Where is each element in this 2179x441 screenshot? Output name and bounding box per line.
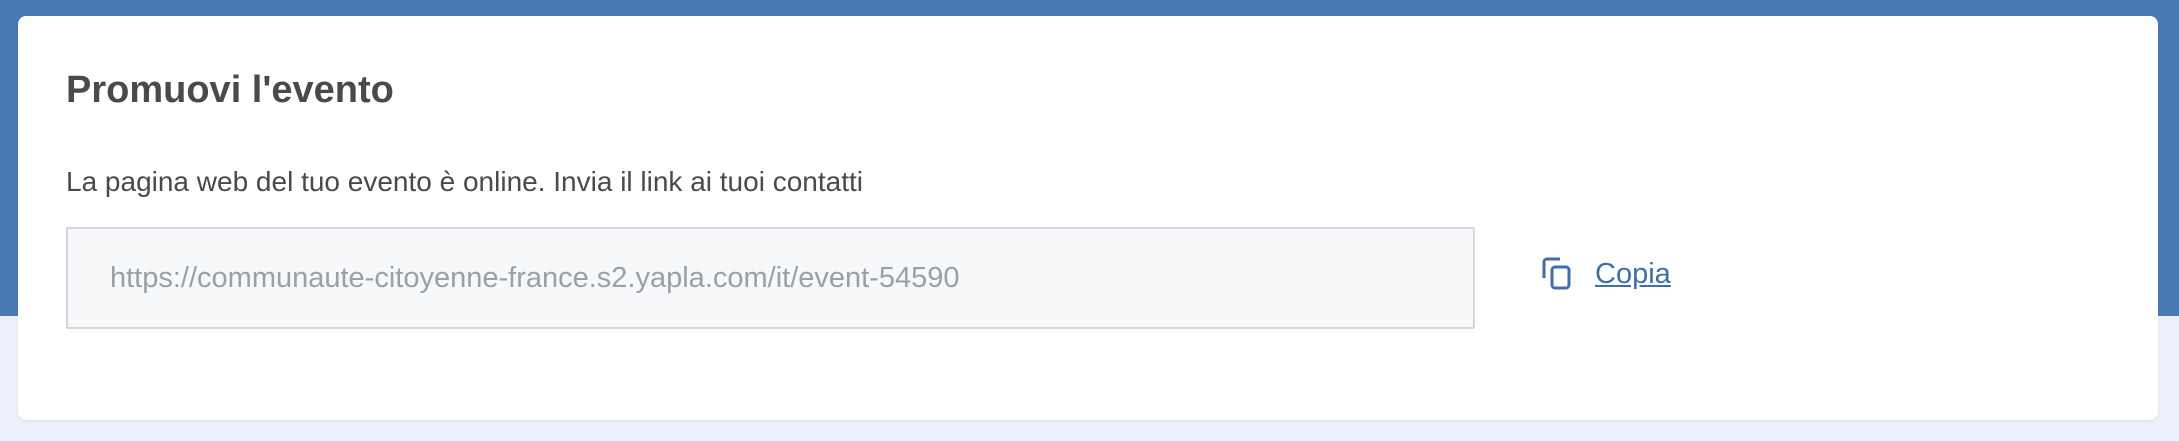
copy-link-button[interactable]: Copia bbox=[1541, 256, 1671, 292]
copy-link-label[interactable]: Copia bbox=[1595, 258, 1671, 291]
promote-event-card: Promuovi l'evento La pagina web del tuo … bbox=[18, 16, 2158, 420]
copy-icon[interactable] bbox=[1541, 256, 1573, 292]
card-description: La pagina web del tuo evento è online. I… bbox=[66, 166, 863, 197]
event-link-field[interactable] bbox=[66, 227, 1475, 329]
card-title: Promuovi l'evento bbox=[66, 69, 394, 111]
